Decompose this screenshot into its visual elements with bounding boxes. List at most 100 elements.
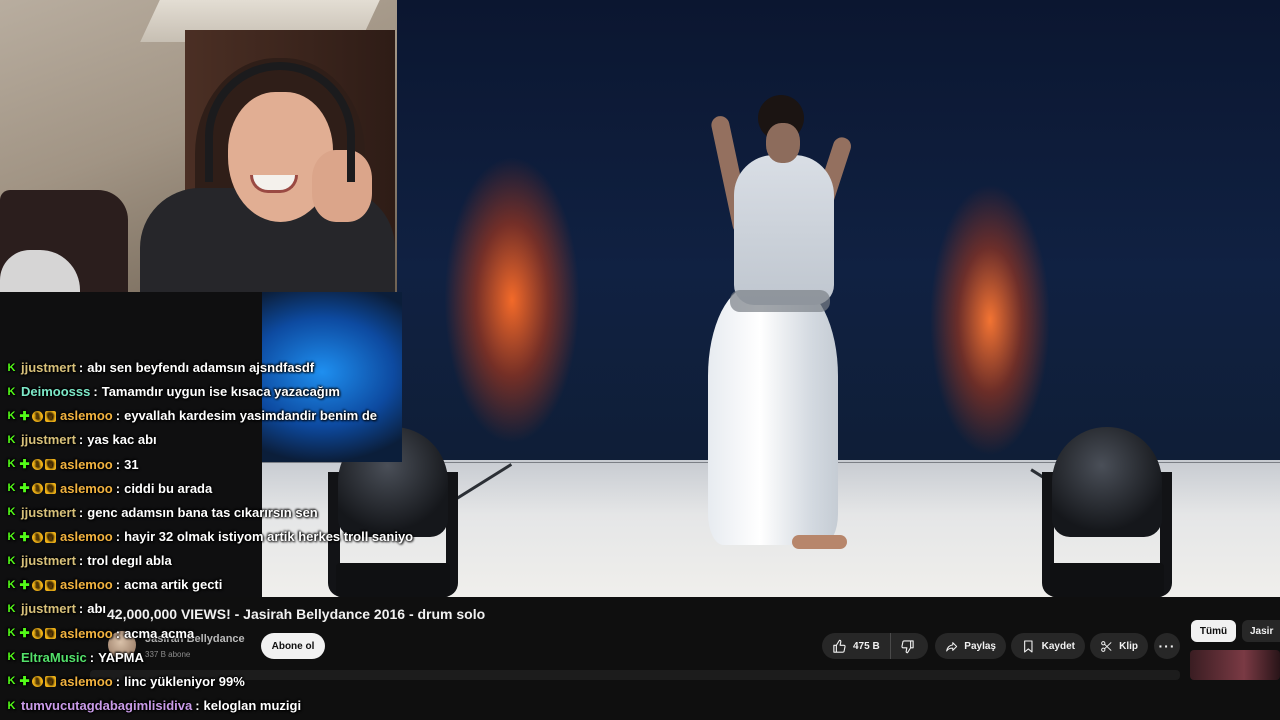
chat-separator: : xyxy=(78,432,84,448)
chat-username[interactable]: EltraMusic xyxy=(21,646,87,670)
streamer-webcam xyxy=(0,0,397,292)
chat-username[interactable]: aslemoo xyxy=(60,453,113,477)
dancer-figure xyxy=(700,95,870,555)
coin-badge-icon: 1 xyxy=(32,579,43,591)
thumbs-up-icon xyxy=(833,639,846,653)
kick-badge-icon: K xyxy=(7,627,16,640)
share-label: Paylaş xyxy=(964,640,996,652)
chat-badges: K xyxy=(6,385,17,398)
kick-badge-icon: K xyxy=(7,409,16,422)
kick-badge-icon: K xyxy=(7,675,16,688)
plus-badge-icon: ✚ xyxy=(19,626,30,641)
share-icon xyxy=(946,641,958,651)
chat-text: abı xyxy=(87,601,107,617)
chat-username[interactable]: tumvucutagdabagimlisidiva xyxy=(21,694,192,718)
chat-username[interactable]: aslemoo xyxy=(60,404,113,428)
chat-message: K ✚ 1 ♛ aslemoo: acma acma xyxy=(6,622,476,646)
chat-message: K ✚ 1 ♛ aslemoo:31 xyxy=(6,453,476,477)
chat-separator: : xyxy=(93,384,98,400)
kick-badge-icon: K xyxy=(7,602,16,615)
crown-badge-icon: ♛ xyxy=(45,676,56,688)
chat-badges: K xyxy=(6,433,17,446)
chat-overlay: Kjjustmert: abı sen beyfendı adamsın ajsn… xyxy=(6,356,476,718)
chat-message: Kjjustmert: abı xyxy=(6,597,476,621)
filter-chip-all[interactable]: Tümü xyxy=(1191,620,1236,642)
chat-message: Kjjustmert: genc adamsın bana tas cıkarır… xyxy=(6,501,476,525)
chat-separator: : xyxy=(78,553,84,569)
chat-message: K ✚ 1 ♛ aslemoo: eyvallah kardesim yasimdandi… xyxy=(6,404,476,428)
chat-text: abı sen beyfendı adamsın ajsndfasdf xyxy=(87,360,315,376)
chat-username[interactable]: jjustmert xyxy=(21,549,76,573)
kick-badge-icon: K xyxy=(7,361,16,374)
thumbs-down-icon xyxy=(901,639,914,653)
chat-message: Kjjustmert: abı sen beyfendı adamsın ajsn… xyxy=(6,356,476,380)
like-button[interactable]: 475 B xyxy=(822,633,891,659)
crown-badge-icon: ♛ xyxy=(45,628,56,640)
chat-message: K ✚ 1 ♛ aslemoo: linc yükleniyor 99% xyxy=(6,670,476,694)
chat-username[interactable]: jjustmert xyxy=(21,597,76,621)
chat-badges: K ✚ 1 ♛ xyxy=(6,626,56,641)
like-dislike-group: 475 B xyxy=(822,633,928,659)
chat-badges: K ✚ 1 ♛ xyxy=(6,457,56,472)
coin-badge-icon: 1 xyxy=(32,531,43,543)
recommended-video-thumbnail[interactable] xyxy=(1190,650,1280,680)
chat-username[interactable]: jjustmert xyxy=(21,356,76,380)
chat-separator: : xyxy=(115,408,121,424)
chat-badges: K ✚ 1 ♛ xyxy=(6,675,56,688)
chat-message: K ✚ 1 ♛ aslemoo: acma artik gecti xyxy=(6,573,476,597)
chat-badges: K xyxy=(6,507,17,518)
coin-badge-icon: 1 xyxy=(32,483,43,495)
filter-chip-channel[interactable]: Jasir xyxy=(1242,620,1280,642)
chat-text: yas kac abı xyxy=(87,432,157,448)
plus-badge-icon: ✚ xyxy=(19,457,30,472)
chat-message: Kjjustmert: trol degıl abla xyxy=(6,549,476,573)
kick-badge-icon: K xyxy=(7,385,16,398)
save-button[interactable]: Kaydet xyxy=(1011,633,1085,659)
chat-badges: K ✚ 1 ♛ xyxy=(6,408,56,423)
chat-message: Kjjustmert: yas kac abı xyxy=(6,428,476,452)
chat-message: K Deimoosss: Tamamdır uygun ise kısaca yaz… xyxy=(6,380,476,404)
kick-badge-icon: K xyxy=(7,506,16,519)
clip-button[interactable]: Klip xyxy=(1090,633,1148,659)
chat-message: K EltraMusic: YAPMA xyxy=(6,646,476,670)
kick-badge-icon: K xyxy=(7,554,16,567)
chat-username[interactable]: aslemoo xyxy=(60,573,113,597)
share-button[interactable]: Paylaş xyxy=(935,633,1006,659)
kick-badge-icon: K xyxy=(7,458,16,471)
chat-separator: : xyxy=(89,649,95,665)
kick-badge-icon: K xyxy=(7,530,16,543)
chat-username[interactable]: Deimoosss xyxy=(21,380,90,404)
chat-separator: : xyxy=(78,504,84,520)
chat-separator: : xyxy=(195,698,200,714)
more-actions-button[interactable]: ··· xyxy=(1154,633,1180,659)
plus-badge-icon: ✚ xyxy=(19,529,30,544)
chat-separator: : xyxy=(115,577,121,593)
chat-text: genc adamsın bana tas cıkarırsın sen xyxy=(87,504,318,520)
coin-badge-icon: 1 xyxy=(32,676,43,688)
chat-username[interactable]: jjustmert xyxy=(21,501,76,525)
kick-badge-icon: K xyxy=(7,578,16,591)
chat-message: Ktumvucutagdabagimlisidiva: keloglan muzi… xyxy=(6,694,476,718)
crown-badge-icon: ♛ xyxy=(45,483,56,495)
kick-badge-icon: K xyxy=(7,433,16,446)
like-count: 475 B xyxy=(853,640,880,652)
coin-badge-icon: 1 xyxy=(32,628,43,640)
coin-badge-icon: 1 xyxy=(32,459,43,471)
chat-text: acma artik gecti xyxy=(124,577,223,593)
clip-label: Klip xyxy=(1119,640,1138,652)
save-label: Kaydet xyxy=(1041,640,1075,652)
chat-username[interactable]: aslemoo xyxy=(60,525,113,549)
plus-badge-icon: ✚ xyxy=(19,408,30,423)
chat-separator: : xyxy=(115,673,121,689)
chat-username[interactable]: aslemoo xyxy=(60,477,113,501)
kick-badge-icon: K xyxy=(7,699,16,712)
chat-message: K ✚ 1 ♛ aslemoo: ciddi bu arada xyxy=(6,477,476,501)
chat-username[interactable]: aslemoo xyxy=(60,670,113,694)
crown-badge-icon: ♛ xyxy=(45,579,56,591)
chat-username[interactable]: aslemoo xyxy=(60,622,113,646)
chat-separator: : xyxy=(115,456,121,472)
chat-username[interactable]: jjustmert xyxy=(21,428,76,452)
dislike-button[interactable] xyxy=(891,633,925,659)
chat-badges: K xyxy=(6,554,17,567)
scissors-icon xyxy=(1101,640,1112,652)
